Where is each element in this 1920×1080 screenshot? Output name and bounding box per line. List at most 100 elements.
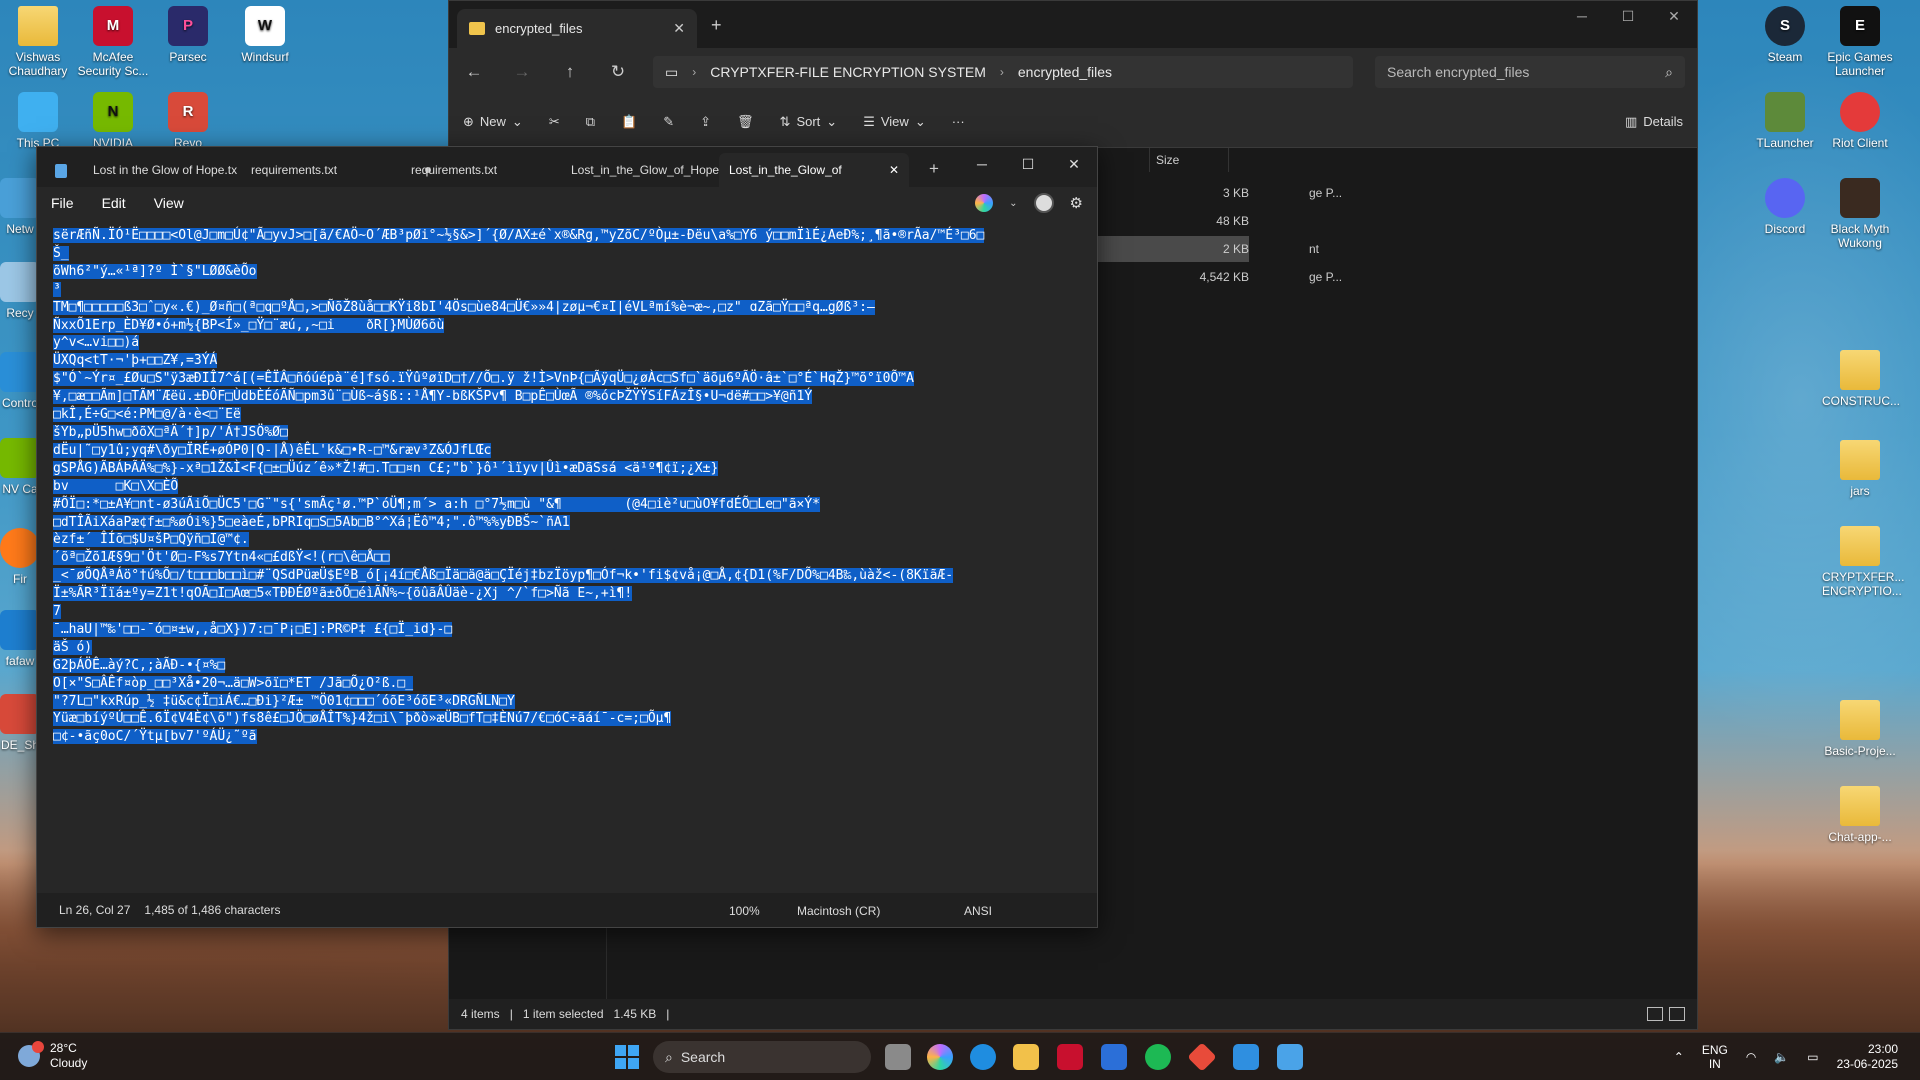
- tiles-view-icon[interactable]: [1669, 1007, 1685, 1021]
- explorer-tabbar: encrypted_files ✕ + ─ ☐ ✕: [449, 1, 1697, 48]
- close-button[interactable]: ✕: [1051, 147, 1097, 181]
- menu-file[interactable]: File: [51, 195, 74, 211]
- wifi-icon[interactable]: ◠: [1746, 1050, 1756, 1064]
- edge-icon[interactable]: [970, 1044, 996, 1070]
- details-view-icon[interactable]: [1647, 1007, 1663, 1021]
- editor-line: õWh6²"ý…«¹ª]?º Ì`§"LØØ&èÕo: [53, 263, 257, 279]
- chevron-right-icon: ›: [999, 65, 1004, 79]
- git-icon[interactable]: [1187, 1042, 1217, 1072]
- desktop-icon-basic-project[interactable]: Basic-Proje...: [1822, 700, 1898, 758]
- chevron-down-icon[interactable]: ⌄: [1009, 198, 1017, 209]
- store-icon[interactable]: [1101, 1044, 1127, 1070]
- view-icon: ☰: [863, 113, 875, 129]
- desktop-icon-mcafee[interactable]: M McAfee Security Sc...: [75, 6, 151, 78]
- explorer-search-input[interactable]: Search encrypted_files ⌕: [1375, 56, 1685, 88]
- tab-requirements[interactable]: requirements.txt: [401, 153, 507, 187]
- clock[interactable]: 23:00 23-06-2025: [1837, 1042, 1898, 1072]
- desktop-icon-cryptxfer[interactable]: CRYPTXFER... ENCRYPTIO...: [1822, 526, 1904, 598]
- line-ending[interactable]: Macintosh (CR): [797, 904, 880, 918]
- editor-line: Yüæ□bíýºÚ□□Ê.6Ï¢V4È¢\õ")fs8ê£□JÖ□øÅÎT%}4…: [53, 711, 672, 727]
- text-editor-area[interactable]: sërÆñÑ.ÏÓ¹Ë□□□□<Ol@J□m□Ú¢"Ã□yvJ>□[ã/€AÖ~…: [37, 219, 1097, 893]
- tab-lost-in-the-glow-2[interactable]: Lost_in_the_Glow_of_Hope.: [561, 153, 732, 187]
- desktop-icon-vishwas[interactable]: Vishwas Chaudhary: [0, 6, 76, 78]
- explorer-tab[interactable]: encrypted_files ✕: [457, 9, 697, 48]
- breadcrumb-item-cryptxfer[interactable]: CRYPTXFER-FILE ENCRYPTION SYSTEM: [710, 64, 986, 80]
- gear-icon[interactable]: ⚙: [1070, 194, 1083, 212]
- desktop-icon-nvidia[interactable]: N NVIDIA: [75, 92, 151, 150]
- editor-line: 7: [53, 604, 61, 620]
- weather-widget[interactable]: 28°C Cloudy: [18, 1041, 87, 1071]
- desktop-icon-chat-app[interactable]: Chat-app-...: [1822, 786, 1898, 844]
- minimize-button[interactable]: ─: [959, 147, 1005, 181]
- notepad-taskbar-icon[interactable]: [1277, 1044, 1303, 1070]
- new-button[interactable]: ⊕ New ⌄: [463, 114, 523, 130]
- editor-line: ¯…haU|™‰'□□-¯ó□¤±w,,å□X})7:□¯P¡□E]:PR©P‡…: [53, 621, 453, 637]
- editor-line: O[×"S□ÂÊf¤òp_□□³Xå•20¬…ä□W>õï□*ET /Jã□Õ¿…: [53, 675, 414, 691]
- breadcrumb-item-encrypted-files[interactable]: encrypted_files: [1018, 64, 1112, 80]
- desktop-icon-construc[interactable]: CONSTRUC...: [1822, 350, 1900, 408]
- maximize-button[interactable]: ☐: [1605, 1, 1651, 31]
- refresh-icon[interactable]: ↻: [605, 62, 631, 82]
- desktop-icon-windsurf[interactable]: W Windsurf: [227, 6, 303, 64]
- desktop-icon-parsec[interactable]: P Parsec: [150, 6, 226, 64]
- taskbar-search[interactable]: ⌕ Search: [653, 1041, 871, 1073]
- desktop-icon-jars[interactable]: jars: [1822, 440, 1898, 498]
- details-button[interactable]: ▥ Details: [1625, 114, 1683, 130]
- folder-icon: [1840, 786, 1880, 826]
- delete-icon[interactable]: 🗑: [737, 114, 754, 130]
- desktop-icon-tlauncher[interactable]: TLauncher: [1747, 92, 1823, 150]
- desktop-icon-revo[interactable]: R Revo: [150, 92, 226, 150]
- chevron-up-icon[interactable]: ⌃: [1674, 1050, 1684, 1064]
- editor-line: sërÆñÑ.ÏÓ¹Ë□□□□<Ol@J□m□Ú¢"Ã□yvJ>□[ã/€AÖ~…: [53, 228, 985, 243]
- minimize-button[interactable]: ─: [1559, 1, 1605, 31]
- game-icon: [1840, 178, 1880, 218]
- desktop-icon-epic[interactable]: E Epic Games Launcher: [1822, 6, 1898, 78]
- close-button[interactable]: ✕: [1651, 1, 1697, 31]
- more-options-icon[interactable]: ···: [952, 114, 965, 129]
- desktop-icon-discord[interactable]: Discord: [1747, 178, 1823, 236]
- tab-lost-in-the-glow-1[interactable]: Lost in the Glow of Hope.tx: [83, 153, 247, 187]
- maximize-button[interactable]: ☐: [1005, 147, 1051, 181]
- app-icon: [0, 694, 40, 734]
- language-indicator[interactable]: ENG IN: [1702, 1043, 1728, 1071]
- copilot-icon[interactable]: [927, 1044, 953, 1070]
- mcafee-icon[interactable]: [1057, 1044, 1083, 1070]
- mcafee-icon: M: [93, 6, 133, 46]
- encoding[interactable]: ANSI: [964, 904, 992, 918]
- tab-lost-in-the-glow-active[interactable]: Lost_in_the_Glow_of ✕: [719, 153, 909, 187]
- sort-button[interactable]: ⇅ Sort ⌄: [780, 114, 838, 130]
- column-header-size[interactable]: Size: [1149, 148, 1229, 172]
- new-tab-button[interactable]: +: [711, 15, 722, 36]
- riot-icon: [1840, 92, 1880, 132]
- desktop-icon-steam[interactable]: S Steam: [1747, 6, 1823, 64]
- start-button[interactable]: [615, 1045, 639, 1069]
- new-tab-button[interactable]: +: [929, 159, 939, 179]
- close-icon[interactable]: ✕: [673, 20, 685, 37]
- breadcrumb[interactable]: ▭ › CRYPTXFER-FILE ENCRYPTION SYSTEM › e…: [653, 56, 1353, 88]
- paste-icon[interactable]: 📋: [621, 114, 637, 130]
- menu-edit[interactable]: Edit: [102, 195, 126, 211]
- rename-icon[interactable]: ✎: [663, 114, 674, 130]
- share-icon[interactable]: ⇪: [700, 114, 711, 130]
- vscode-icon[interactable]: [1233, 1044, 1259, 1070]
- desktop-icon-this-pc[interactable]: This PC: [0, 92, 76, 150]
- cut-icon[interactable]: ✂: [549, 114, 560, 130]
- back-arrow-icon[interactable]: ←: [461, 62, 487, 82]
- desktop-icon-wukong[interactable]: Black Myth Wukong: [1822, 178, 1898, 250]
- zoom-level[interactable]: 100%: [729, 904, 760, 918]
- view-button[interactable]: ☰ View ⌄: [863, 114, 926, 130]
- up-arrow-icon[interactable]: ↑: [557, 62, 583, 82]
- copilot-icon[interactable]: [975, 194, 994, 212]
- account-avatar-icon[interactable]: [1033, 193, 1054, 213]
- editor-line: ¥,□æ□□Ãm]□TÃM¨Æëü.±ÐÔF□ÙdbÈÉóÃÑ□pm3û¨□Ùß…: [53, 389, 813, 405]
- file-explorer-icon[interactable]: [1013, 1044, 1039, 1070]
- menu-view[interactable]: View: [154, 195, 184, 211]
- task-view-icon[interactable]: [885, 1044, 911, 1070]
- battery-icon[interactable]: ▭: [1807, 1050, 1818, 1064]
- spotify-icon[interactable]: [1145, 1044, 1171, 1070]
- desktop-icon-riot[interactable]: Riot Client: [1822, 92, 1898, 150]
- volume-icon[interactable]: 🔈: [1774, 1050, 1789, 1064]
- close-icon[interactable]: ✕: [889, 163, 899, 177]
- forward-arrow-icon[interactable]: →: [509, 62, 535, 82]
- copy-icon[interactable]: ⧉: [586, 114, 595, 130]
